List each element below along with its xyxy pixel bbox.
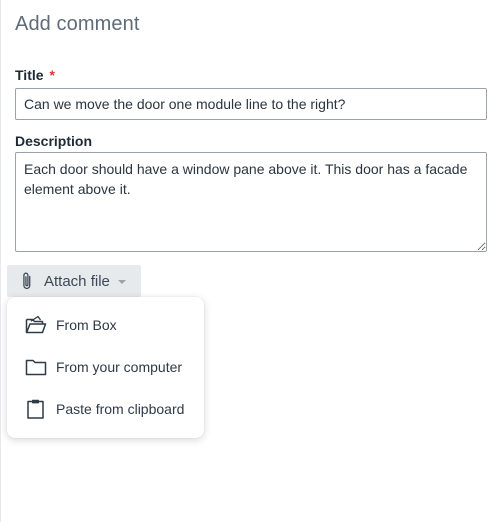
- description-label: Description: [15, 133, 93, 149]
- paperclip-icon: [23, 272, 31, 290]
- menu-item-label: From your computer: [56, 359, 183, 375]
- folder-open-icon: [25, 315, 47, 334]
- menu-item-paste-clipboard[interactable]: Paste from clipboard: [7, 388, 204, 430]
- attach-file-label: Attach file: [44, 272, 110, 290]
- folder-icon: [25, 359, 47, 376]
- title-input[interactable]: [15, 88, 487, 120]
- add-comment-panel: Add comment Title * Description Each door…: [0, 0, 496, 522]
- title-label: Title: [15, 67, 44, 83]
- menu-item-from-computer[interactable]: From your computer: [7, 346, 204, 388]
- attach-file-menu: From Box From your computer Paste from c…: [7, 297, 204, 438]
- menu-item-label: From Box: [56, 317, 117, 333]
- menu-item-from-box[interactable]: From Box: [7, 304, 204, 346]
- chevron-down-icon: [117, 280, 126, 284]
- description-textarea[interactable]: Each door should have a window pane abov…: [15, 152, 487, 252]
- required-mark: *: [49, 67, 55, 83]
- page-title: Add comment: [15, 13, 140, 35]
- attach-file-button[interactable]: Attach file: [7, 265, 141, 297]
- clipboard-icon: [27, 399, 44, 419]
- menu-item-label: Paste from clipboard: [56, 401, 185, 417]
- title-label-row: Title *: [15, 67, 55, 83]
